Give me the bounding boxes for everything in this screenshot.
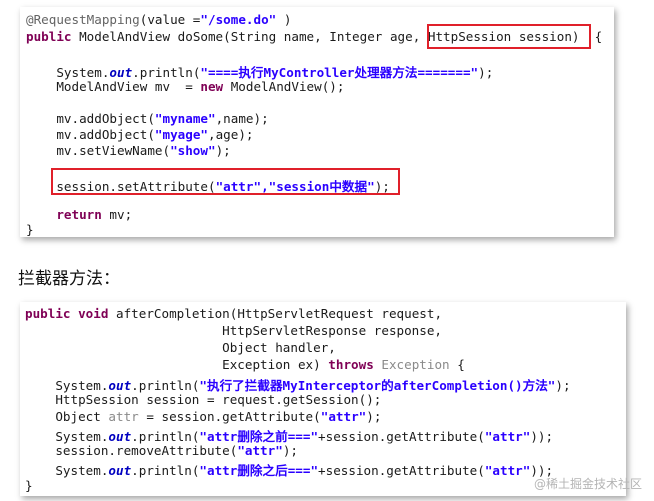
- code-line: HttpServletResponse response,: [25, 323, 442, 338]
- static-field: out: [108, 378, 132, 393]
- code-text: Exception ex): [25, 357, 329, 372]
- code-text: mv.addObject(: [26, 111, 155, 126]
- code-text: mv.addObject(: [26, 127, 155, 142]
- code-text: HttpServletResponse response,: [25, 323, 443, 338]
- keyword: return: [26, 207, 102, 222]
- string-literal: "myname": [154, 111, 216, 126]
- code-text: {: [449, 357, 465, 372]
- code-line: @RequestMapping(value ="/some.do" ): [26, 12, 291, 27]
- code-text: .println(: [131, 463, 200, 478]
- code-line: session.removeAttribute("attr");: [25, 443, 298, 458]
- string-literal: "====执行MyController处理器方法=======": [200, 65, 479, 80]
- code-text: ModelAndView doSome(String name, Integer…: [71, 29, 428, 44]
- keyword: new: [200, 79, 224, 94]
- code-line: Object handler,: [25, 340, 336, 355]
- code-text: ModelAndView();: [223, 79, 345, 94]
- string-literal: "attr": [484, 463, 531, 478]
- code-text: ));: [530, 429, 554, 444]
- code-text: ModelAndView mv =: [26, 79, 201, 94]
- code-text: );: [366, 409, 382, 424]
- code-snippet-interceptor: public void afterCompletion(HttpServletR…: [20, 302, 626, 496]
- code-line: }: [26, 222, 34, 237]
- code-text: .println(: [131, 429, 200, 444]
- string-literal: "show": [170, 143, 216, 158]
- section-heading: 拦截器方法：: [18, 269, 120, 289]
- code-text: System.: [25, 429, 109, 444]
- code-text: ,name);: [215, 111, 269, 126]
- code-text: );: [555, 378, 571, 393]
- code-text: .println(: [131, 378, 200, 393]
- code-text: ): [276, 12, 292, 27]
- code-text: );: [215, 143, 231, 158]
- code-line: public void afterCompletion(HttpServletR…: [25, 306, 442, 321]
- static-field: out: [108, 463, 132, 478]
- code-text: session.removeAttribute(: [25, 443, 238, 458]
- code-line: Object attr = session.getAttribute("attr…: [25, 409, 381, 424]
- watermark: @稀土掘金技术社区: [533, 477, 642, 491]
- code-text: +session.getAttribute(: [318, 429, 485, 444]
- code-text: mv;: [101, 207, 133, 222]
- static-field: out: [108, 429, 132, 444]
- string-literal: "attr": [320, 409, 367, 424]
- string-literal: "attr删除之前===": [199, 429, 319, 444]
- code-line: Exception ex) throws Exception {: [25, 357, 465, 372]
- code-line: mv.setViewName("show");: [26, 143, 231, 158]
- string-literal: "attr删除之后===": [199, 463, 319, 478]
- highlight-box-set-attribute: [51, 168, 400, 195]
- keyword: public: [26, 29, 72, 44]
- code-text: Object handler,: [25, 340, 336, 355]
- string-literal: "attr": [484, 429, 531, 444]
- code-text: afterCompletion(HttpServletRequest reque…: [108, 306, 443, 321]
- static-field: out: [109, 65, 133, 80]
- keyword: void: [78, 306, 109, 321]
- keyword: public: [25, 306, 71, 321]
- highlight-box-session-param: [427, 24, 591, 49]
- code-line: System.out.println("attr删除之后==="+session…: [25, 460, 553, 479]
- code-line: ModelAndView mv = new ModelAndView();: [26, 79, 344, 94]
- code-text: mv.setViewName(: [26, 143, 171, 158]
- code-line: HttpSession session = request.getSession…: [25, 392, 381, 407]
- keyword: throws: [328, 357, 374, 372]
- code-line: mv.addObject("myage",age);: [26, 127, 253, 142]
- code-text: System.: [25, 378, 109, 393]
- code-text: ,age);: [207, 127, 254, 142]
- code-text: .println(: [132, 65, 201, 80]
- code-text: }: [26, 222, 34, 237]
- string-literal: "attr": [237, 443, 283, 458]
- code-text: System.: [26, 65, 110, 80]
- code-text: attr: [108, 409, 139, 424]
- code-text: Exception: [373, 357, 450, 372]
- code-text: +session.getAttribute(: [318, 463, 485, 478]
- code-text: = session.getAttribute(: [138, 409, 321, 424]
- code-line: return mv;: [26, 207, 132, 222]
- string-literal: "执行了拦截器MyInterceptor的afterCompletion()方法…: [199, 378, 556, 393]
- code-text: System.: [25, 463, 109, 478]
- code-text: }: [25, 478, 33, 493]
- code-line: }: [25, 478, 33, 493]
- code-text: (value =: [139, 12, 201, 27]
- code-line: mv.addObject("myname",name);: [26, 111, 269, 126]
- code-text: HttpSession session = request.getSession…: [25, 392, 382, 407]
- code-text: );: [478, 65, 494, 80]
- code-text: );: [282, 443, 298, 458]
- string-literal: "/some.do": [200, 12, 277, 27]
- string-literal: "myage": [154, 127, 208, 142]
- code-text: Object: [25, 409, 109, 424]
- annotation: @RequestMapping: [26, 12, 140, 27]
